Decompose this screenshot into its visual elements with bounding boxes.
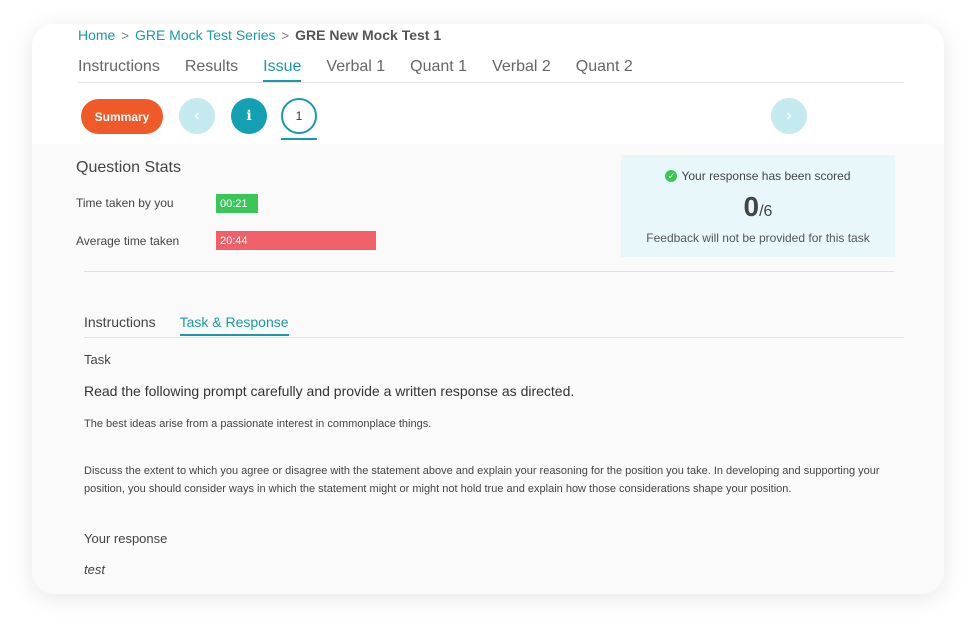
- check-circle-icon: ✓: [665, 170, 678, 182]
- task-instructions: Discuss the extent to which you agree or…: [84, 465, 880, 495]
- task-statement: The best ideas arise from a passionate i…: [84, 418, 432, 430]
- feedback-note: Feedback will not be provided for this t…: [646, 231, 870, 245]
- average-time-value: 20:44: [220, 234, 248, 247]
- scored-status-text: Your response has been scored: [681, 169, 851, 183]
- chevron-left-icon[interactable]: ‹: [179, 98, 215, 134]
- time-taken-bar: 00:21: [216, 194, 258, 213]
- response-text: test: [84, 562, 105, 577]
- scored-status: ✓ Your response has been scored: [621, 169, 895, 183]
- tab-verbal-2[interactable]: Verbal 2: [492, 58, 551, 82]
- score-number: 0: [743, 191, 760, 222]
- tab-verbal-1[interactable]: Verbal 1: [326, 58, 385, 82]
- chevron-right-icon[interactable]: ›: [771, 98, 807, 134]
- subtab-instructions[interactable]: Instructions: [84, 314, 156, 336]
- score-total: /6: [759, 203, 773, 220]
- section-divider: [84, 271, 894, 272]
- time-taken-label: Time taken by you: [76, 196, 174, 210]
- summary-button[interactable]: Summary: [81, 99, 163, 134]
- header-area: Home > GRE Mock Test Series > GRE New Mo…: [32, 24, 944, 144]
- response-label: Your response: [84, 531, 168, 546]
- app-frame: Home > GRE Mock Test Series > GRE New Mo…: [32, 24, 944, 594]
- average-time-bar: 20:44: [216, 231, 376, 250]
- question-number-button[interactable]: 1: [281, 98, 317, 134]
- breadcrumb-home[interactable]: Home: [78, 27, 115, 43]
- breadcrumb-series[interactable]: GRE Mock Test Series: [135, 27, 276, 43]
- score-panel: ✓ Your response has been scored 0/6 Feed…: [621, 155, 895, 257]
- question-stats-title: Question Stats: [76, 159, 181, 176]
- tabs-divider: [78, 82, 904, 83]
- subtab-task-response[interactable]: Task & Response: [179, 314, 289, 336]
- tab-quant-2[interactable]: Quant 2: [576, 58, 633, 82]
- score-value: 0/6: [621, 191, 895, 223]
- tab-issue[interactable]: Issue: [263, 58, 302, 82]
- tab-quant-1[interactable]: Quant 1: [410, 58, 467, 82]
- breadcrumb: Home > GRE Mock Test Series > GRE New Mo…: [78, 27, 441, 43]
- time-taken-value: 00:21: [220, 197, 248, 210]
- task-label: Task: [84, 352, 111, 367]
- task-directive: Read the following prompt carefully and …: [84, 383, 575, 399]
- breadcrumb-current: GRE New Mock Test 1: [295, 27, 442, 43]
- info-icon[interactable]: i: [231, 98, 267, 134]
- tab-results[interactable]: Results: [185, 58, 238, 82]
- average-time-label: Average time taken: [76, 234, 180, 248]
- tab-instructions[interactable]: Instructions: [78, 58, 160, 82]
- content-tabs: Instructions Task & Response: [84, 314, 313, 336]
- subtabs-divider: [84, 337, 904, 338]
- breadcrumb-separator: >: [121, 27, 129, 43]
- breadcrumb-separator: >: [281, 27, 290, 43]
- section-tabs: Instructions Results Issue Verbal 1 Quan…: [78, 58, 658, 82]
- question-active-indicator: [281, 138, 317, 140]
